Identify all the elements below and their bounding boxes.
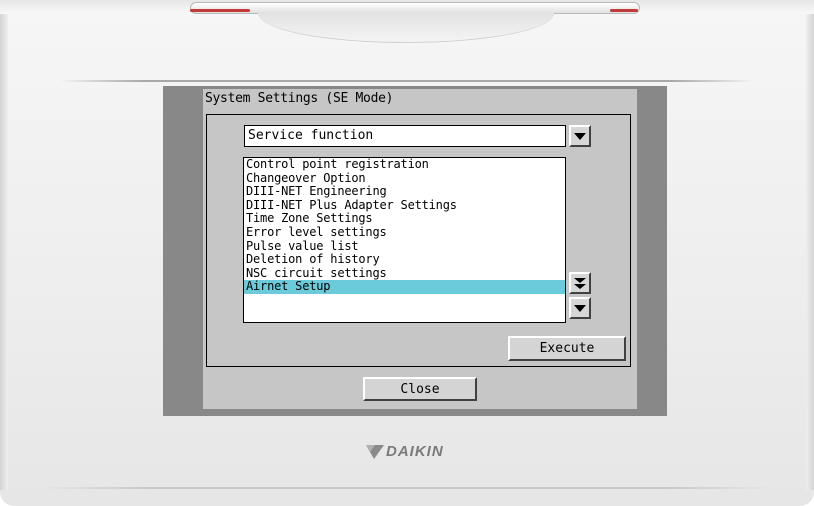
function-select-value[interactable]: Service function [244, 125, 566, 147]
device-rule-line [60, 80, 754, 82]
list-item-selected[interactable]: Airnet Setup [244, 280, 565, 294]
list-item[interactable]: DIII-NET Engineering [244, 185, 565, 199]
chevron-down-icon [574, 132, 586, 140]
device-accent-right [610, 9, 638, 12]
execute-button[interactable]: Execute [508, 336, 626, 361]
brand-name: DAIKIN [386, 443, 444, 460]
scroll-down-button[interactable] [569, 297, 591, 319]
list-item[interactable]: Deletion of history [244, 253, 565, 267]
list-item[interactable]: Changeover Option [244, 171, 565, 186]
close-button[interactable]: Close [363, 377, 477, 401]
device-accent-left [190, 9, 250, 12]
list-item[interactable]: Error level settings [244, 225, 565, 240]
device-right-edge [806, 10, 814, 490]
double-down-icon [574, 277, 586, 289]
list-item[interactable]: Pulse value list [244, 239, 565, 254]
page-down-button[interactable] [569, 272, 591, 294]
list-item[interactable]: NSC circuit settings [244, 266, 565, 281]
system-settings-panel: System Settings (SE Mode) Service functi… [203, 89, 637, 409]
settings-list[interactable]: Control point registration Changeover Op… [243, 157, 566, 323]
dropdown-toggle-button[interactable] [569, 125, 591, 147]
chevron-down-icon [574, 304, 586, 312]
device-bottom-rule [40, 487, 774, 489]
panel-title: System Settings (SE Mode) [205, 91, 394, 106]
list-item[interactable]: DIII-NET Plus Adapter Settings [244, 198, 565, 213]
list-item[interactable]: Control point registration [244, 158, 565, 172]
daikin-logo: DAIKIN [366, 443, 444, 460]
device-left-edge [0, 10, 8, 490]
daikin-logo-icon [366, 444, 384, 459]
list-item[interactable]: Time Zone Settings [244, 212, 565, 226]
